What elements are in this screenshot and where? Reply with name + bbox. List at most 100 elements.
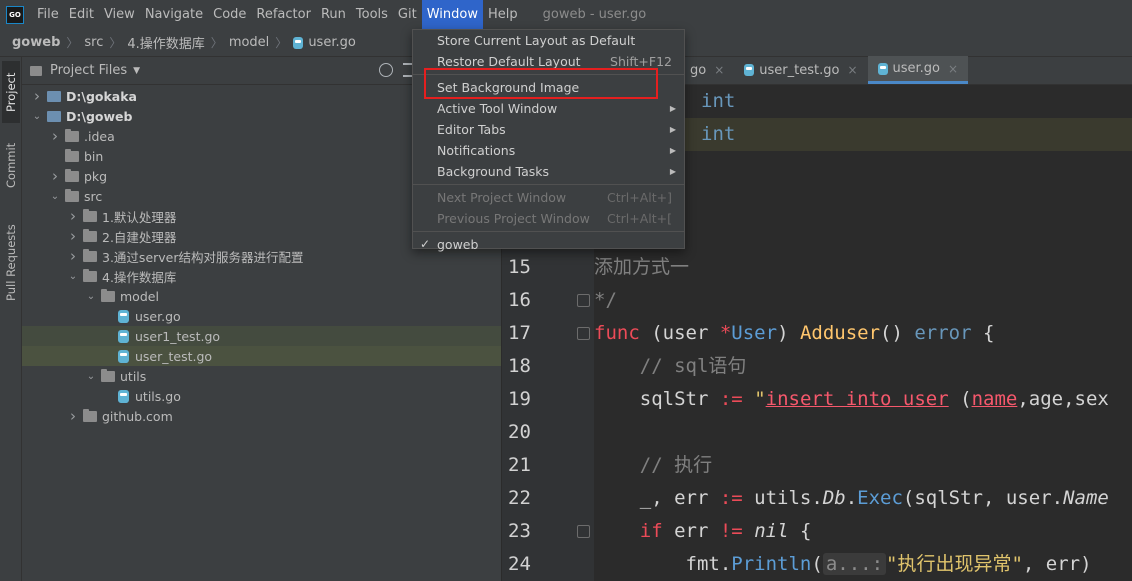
code-token: name: [971, 388, 1018, 410]
chevron-down-icon[interactable]: ⌄: [84, 291, 98, 302]
tree-item[interactable]: ⌄ 4.操作数据库: [22, 266, 501, 286]
close-icon[interactable]: ×: [714, 63, 724, 77]
line-number: 20: [508, 421, 531, 443]
code-line: 21 // 执行: [502, 449, 1132, 482]
breadcrumb-item[interactable]: src: [84, 35, 103, 50]
menu-code[interactable]: Code: [208, 0, 251, 29]
menu-refactor[interactable]: Refactor: [251, 0, 316, 29]
tree-item-label: 1.默认处理器: [102, 209, 177, 225]
chevron-right-icon[interactable]: ›: [30, 87, 44, 105]
menu-run[interactable]: Run: [316, 0, 351, 29]
go-file-icon: [118, 349, 129, 363]
chevron-right-icon[interactable]: ›: [66, 407, 80, 425]
code-token: (sqlStr, user.: [902, 487, 1064, 509]
menu-item-label: goweb: [437, 237, 479, 252]
chevron-down-icon[interactable]: ⌄: [66, 271, 80, 282]
menu-item-label: Next Project Window: [437, 190, 567, 205]
go-file-icon: [118, 309, 129, 323]
go-file-icon: [118, 389, 129, 403]
tree-item[interactable]: ⌄ utils: [22, 366, 501, 386]
code-token: func: [594, 322, 640, 344]
menu-file[interactable]: File: [32, 0, 64, 29]
chevron-down-icon[interactable]: ⌄: [84, 371, 98, 382]
code-token: {: [788, 520, 812, 542]
code-text: // sql语句: [594, 350, 747, 383]
menu-tools[interactable]: Tools: [351, 0, 393, 29]
locate-file-icon[interactable]: [379, 63, 393, 77]
tool-tab-pull-requests[interactable]: Pull Requests: [2, 217, 20, 309]
code-token: (user: [639, 322, 720, 344]
close-icon[interactable]: ×: [847, 63, 857, 77]
code-line: 16 */: [502, 284, 1132, 317]
fold-marker-icon[interactable]: [577, 294, 590, 307]
code-token: error: [914, 322, 972, 344]
fold-marker-icon[interactable]: [577, 525, 590, 538]
menu-item-background-tasks[interactable]: Background Tasks ▶: [413, 161, 684, 182]
menu-item-store-current-layout-as-default[interactable]: Store Current Layout as Default: [413, 30, 684, 51]
menu-item-notifications[interactable]: Notifications ▶: [413, 140, 684, 161]
editor-tab[interactable]: go ×: [680, 56, 734, 84]
folder-icon: [83, 208, 97, 222]
module-folder-icon: [47, 110, 61, 122]
tree-item-label: 3.通过server结构对服务器进行配置: [102, 249, 304, 265]
menu-help[interactable]: Help: [483, 0, 523, 29]
menu-item-label: Restore Default Layout: [437, 54, 581, 69]
close-icon[interactable]: ×: [948, 62, 958, 76]
tree-item-label: D:\goweb: [66, 108, 133, 124]
menu-item-label: Editor Tabs: [437, 122, 506, 137]
tree-item[interactable]: user1_test.go: [22, 326, 501, 346]
tree-item-label: utils: [120, 368, 147, 384]
code-token: Db: [822, 487, 846, 509]
code-line: 15 添加方式一: [502, 251, 1132, 284]
code-token: insert into user: [765, 388, 949, 410]
menu-item-active-tool-window[interactable]: Active Tool Window ▶: [413, 98, 684, 119]
chevron-right-icon[interactable]: ›: [48, 167, 62, 185]
tree-item-label: pkg: [84, 168, 108, 184]
chevron-right-icon[interactable]: ›: [66, 207, 80, 225]
menu-window[interactable]: Window: [421, 0, 483, 29]
tree-item[interactable]: user.go: [22, 306, 501, 326]
tree-item[interactable]: › github.com: [22, 406, 501, 426]
tool-tab-commit[interactable]: Commit: [2, 137, 20, 193]
menu-item-previous-project-window: Previous Project Window Ctrl+Alt+[: [413, 208, 684, 229]
breadcrumb-separator-icon: 〉: [275, 36, 288, 50]
tool-tab-project[interactable]: Project: [2, 61, 20, 123]
code-token: .: [845, 487, 858, 509]
project-view-selector[interactable]: Project Files: [50, 63, 127, 78]
chevron-down-icon[interactable]: ▼: [133, 66, 140, 76]
tree-item[interactable]: ⌄ model: [22, 286, 501, 306]
editor-tab[interactable]: user.go ×: [867, 56, 969, 84]
code-token: User: [731, 322, 778, 344]
menu-item-editor-tabs[interactable]: Editor Tabs ▶: [413, 119, 684, 140]
annotation-highlight-box: [424, 68, 658, 99]
code-token: {: [971, 322, 995, 344]
tree-item[interactable]: utils.go: [22, 386, 501, 406]
chevron-right-icon[interactable]: ›: [48, 127, 62, 145]
chevron-down-icon[interactable]: ⌄: [30, 111, 44, 122]
chevron-right-icon[interactable]: ›: [66, 247, 80, 265]
menu-view[interactable]: View: [99, 0, 140, 29]
code-text: sqlStr := "insert into user (name,age,se…: [594, 383, 1109, 416]
tree-item-label: user_test.go: [135, 348, 213, 364]
fold-marker-icon[interactable]: [577, 327, 590, 340]
menu-item-goweb[interactable]: ✓ goweb: [413, 234, 684, 255]
breadcrumb-item[interactable]: model: [229, 35, 269, 50]
breadcrumb-item[interactable]: 4.操作数据库: [127, 33, 204, 52]
menu-edit[interactable]: Edit: [64, 0, 99, 29]
breadcrumb-item[interactable]: goweb: [12, 35, 60, 50]
menu-navigate[interactable]: Navigate: [140, 0, 208, 29]
editor-tab[interactable]: user_test.go ×: [734, 56, 867, 84]
tree-item-label: utils.go: [135, 388, 181, 404]
chevron-right-icon[interactable]: ›: [66, 227, 80, 245]
line-number: 24: [508, 553, 531, 575]
chevron-down-icon[interactable]: ⌄: [48, 191, 62, 202]
code-token: Exec: [857, 487, 903, 509]
tree-item-label: D:\gokaka: [66, 88, 137, 104]
breadcrumb-item[interactable]: user.go: [308, 35, 356, 50]
folder-icon: [65, 168, 79, 182]
tree-item[interactable]: user_test.go: [22, 346, 501, 366]
line-number: 17: [508, 322, 531, 344]
menu-git[interactable]: Git: [393, 0, 422, 29]
code-token: 添加方式一: [594, 256, 690, 278]
